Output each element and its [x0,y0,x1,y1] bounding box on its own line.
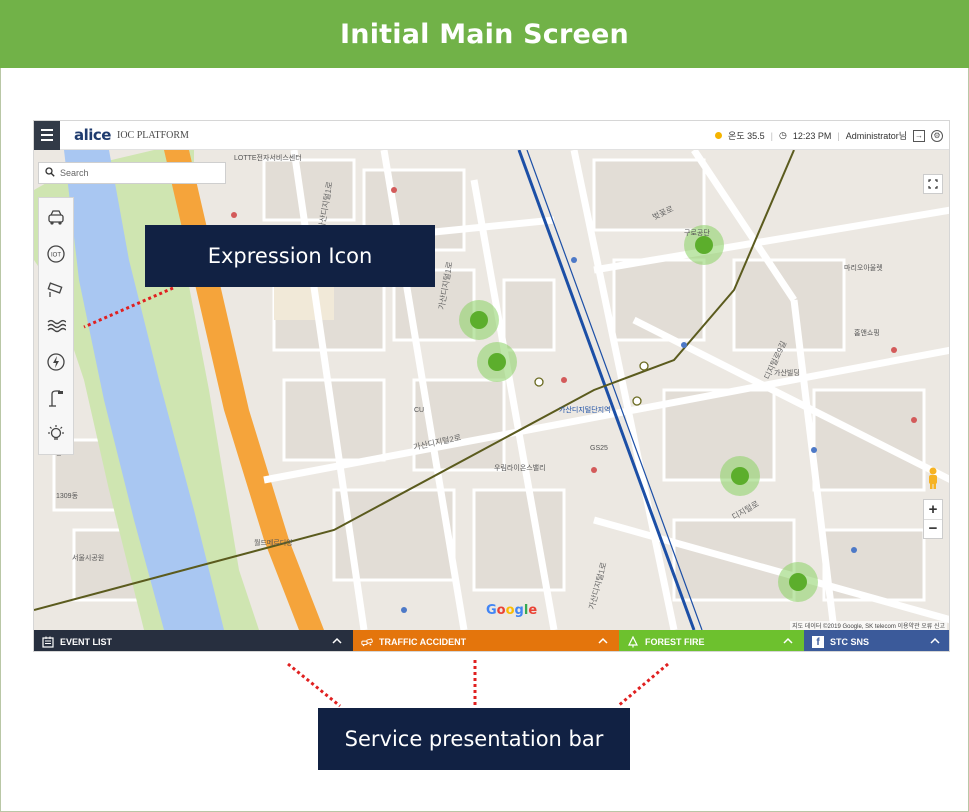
map-credit: 지도 데이터 ©2019 Google, SK telecom 이용약관 오류 … [790,621,947,630]
google-logo: Google [486,603,538,618]
clock-icon: ◷ [778,130,787,140]
svg-text:GS25: GS25 [590,445,608,452]
weather-sun-icon [715,132,723,139]
forest-fire-label: FOREST FIRE [645,636,705,647]
svg-text:가산빌딩: 가산빌딩 [774,368,800,377]
svg-text:1309동: 1309동 [56,492,79,500]
power-icon[interactable] [43,348,69,375]
car-crash-icon [361,636,373,648]
svg-text:가산디지털단지역: 가산디지털단지역 [559,405,611,414]
app-window: alice IOC PLATFORM 온도 35.5 | ◷ 12:23 PM … [33,120,950,652]
forest-fire-tab[interactable]: FOREST FIRE [619,630,804,651]
fullscreen-icon[interactable] [923,174,943,194]
weather-text: 온도 35.5 [728,131,765,141]
svg-text:서울시공원: 서울시공원 [72,553,104,562]
forest-fire-icon [627,635,639,648]
time-text: 12:23 PM [792,130,832,141]
svg-text:IOT: IOT [51,252,61,258]
cctv-icon[interactable] [43,276,69,303]
stc-sns-tab[interactable]: f STC SNS [804,630,949,651]
chevron-up-icon[interactable] [331,635,343,647]
svg-text:월드메르디앙: 월드메르디앙 [254,538,293,547]
slide-header: Initial Main Screen [0,0,969,68]
svg-text:마리오아울렛: 마리오아울렛 [844,263,883,272]
map-canvas: LOTTE전자서비스센터 가산디지털단지역 GS25 CU GS25 구로공단 … [34,150,949,630]
chevron-up-icon[interactable] [782,635,794,647]
topbar-status: 온도 35.5 | ◷ 12:23 PM | Administrator님 → … [715,121,943,150]
app-topbar: alice IOC PLATFORM 온도 35.5 | ◷ 12:23 PM … [34,121,949,150]
map-view[interactable]: LOTTE전자서비스센터 가산디지털단지역 GS25 CU GS25 구로공단 … [34,150,949,630]
facebook-icon: f [812,635,824,648]
service-presentation-bar: EVENT LIST TRAFFIC ACCIDENT FOREST FIRE … [34,630,949,651]
svg-text:구로공단: 구로공단 [684,228,710,237]
zoom-in-button[interactable]: + [924,500,942,520]
search-input[interactable] [60,168,210,178]
settings-gear-icon[interactable]: ⚙ [931,129,943,142]
chevron-up-icon[interactable] [597,635,609,647]
svg-text:홈앤쇼핑: 홈앤쇼핑 [854,328,880,337]
search-icon [45,164,55,182]
logout-icon[interactable]: → [913,129,925,142]
brand-logo: alice [74,126,111,144]
streetlight-icon[interactable] [43,384,69,411]
traffic-accident-tab[interactable]: TRAFFIC ACCIDENT [353,630,619,651]
event-list-tab[interactable]: EVENT LIST [34,630,353,651]
flood-icon[interactable] [43,312,69,339]
svg-text:CU: CU [414,407,424,414]
traffic-car-icon[interactable] [43,204,69,231]
svg-text:디지털로: 디지털로 [730,498,761,521]
expression-icon-callout: Expression Icon [145,225,435,287]
stc-sns-label: STC SNS [830,636,870,647]
platform-name: IOC PLATFORM [116,129,189,141]
svg-text:가산디지털1로: 가산디지털1로 [586,561,608,611]
event-list-icon [42,636,54,648]
iot-icon[interactable]: IOT [43,240,69,267]
search-box[interactable] [38,162,226,184]
menu-button[interactable] [34,121,60,150]
slide-title: Initial Main Screen [340,18,629,50]
event-list-label: EVENT LIST [60,636,113,647]
traffic-accident-label: TRAFFIC ACCIDENT [379,636,467,647]
zoom-control: + − [923,499,943,539]
user-name: Administrator님 [845,131,907,141]
svg-text:LOTTE전자서비스센터: LOTTE전자서비스센터 [234,153,302,162]
service-icon-toolbar: IOT [38,197,74,455]
service-bar-callout: Service presentation bar [318,708,630,770]
light-bulb-icon[interactable] [43,420,69,447]
svg-text:우림라이온스밸리: 우림라이온스밸리 [494,463,546,472]
chevron-up-icon[interactable] [929,635,941,647]
zoom-out-button[interactable]: − [924,520,942,539]
street-view-pegman-icon[interactable] [925,466,941,490]
